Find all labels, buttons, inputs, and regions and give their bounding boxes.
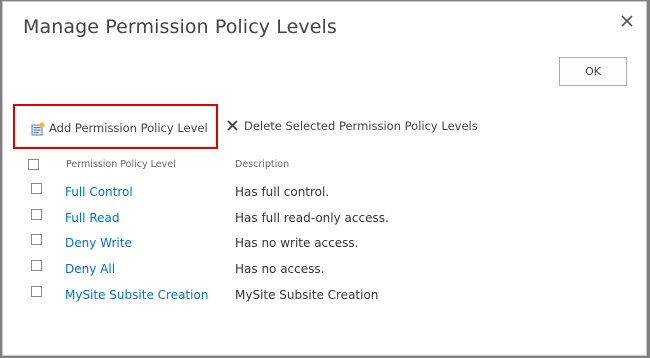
column-header-description: Description [235,159,290,170]
add-policy-icon [31,122,45,136]
policy-level-description: Has full read-only access. [235,211,389,225]
policy-level-description: Has full control. [235,185,330,199]
ok-button[interactable]: OK [559,57,627,86]
delete-selected-policy-levels-label: Delete Selected Permission Policy Levels [244,119,478,133]
policy-level-description: Has no access. [235,262,325,276]
policy-level-link[interactable]: Full Read [65,211,120,225]
policy-level-description: Has no write access. [235,236,359,250]
manage-permission-policy-dialog: Manage Permission Policy Levels OK Add P… [2,1,647,356]
row-checkbox[interactable] [31,183,42,194]
add-permission-policy-level-button[interactable]: Add Permission Policy Level [13,104,218,149]
policy-level-link[interactable]: Full Control [65,185,133,199]
column-header-permission-policy-level: Permission Policy Level [66,159,176,170]
policy-level-link[interactable]: Deny Write [65,236,132,250]
add-permission-policy-level-label: Add Permission Policy Level [49,121,208,135]
delete-x-icon [227,120,238,131]
policy-level-description: MySite Subsite Creation [235,288,379,302]
row-checkbox[interactable] [31,234,42,245]
row-checkbox[interactable] [31,260,42,271]
row-checkbox[interactable] [31,209,42,220]
policy-level-link[interactable]: MySite Subsite Creation [65,288,208,302]
dialog-title: Manage Permission Policy Levels [23,16,337,38]
select-all-checkbox[interactable] [28,159,39,170]
row-checkbox[interactable] [31,286,42,297]
policy-level-link[interactable]: Deny All [65,262,115,276]
close-icon[interactable] [618,12,636,30]
